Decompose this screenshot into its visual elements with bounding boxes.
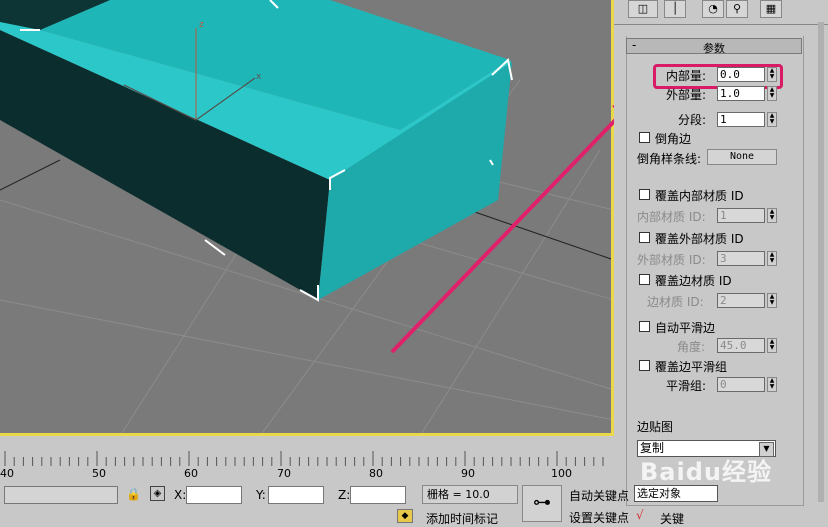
tick-label: 40	[0, 467, 14, 480]
outer-amount-spinner[interactable]: ▲ ▼	[767, 86, 777, 101]
edge-mat-id-input[interactable]: 2	[717, 293, 765, 308]
smooth-group-spinner[interactable]: ▲ ▼	[767, 377, 777, 392]
tick-label: 50	[92, 467, 106, 480]
override-inside-mat-label: 覆盖内部材质 ID	[655, 189, 744, 203]
lock-icon[interactable]: 🔒	[126, 487, 141, 501]
time-tag-icon[interactable]: ◆	[397, 509, 413, 523]
tick-label: 60	[184, 467, 198, 480]
inside-mat-id-input[interactable]: 1	[717, 208, 765, 223]
ruler-ticks	[4, 451, 604, 466]
auto-smooth-checkbox[interactable]	[639, 321, 650, 332]
smooth-group-label: 平滑组:	[666, 379, 707, 393]
override-edge-smooth-checkbox[interactable]	[639, 360, 650, 371]
override-outside-mat-checkbox[interactable]	[639, 232, 650, 243]
auto-smooth-label: 自动平滑边	[655, 321, 716, 335]
command-panel-tabs: ◫ │ ◔ ⚲ ▦	[614, 0, 828, 25]
edge-mat-id-spinner[interactable]: ▲ ▼	[767, 293, 777, 308]
add-time-tag-button[interactable]: 添加时间标记	[426, 510, 498, 527]
segments-spinner[interactable]: ▲ ▼	[767, 112, 777, 127]
parameters-rollout	[626, 36, 804, 506]
bevel-edges-checkbox[interactable]	[639, 132, 650, 143]
override-edge-mat-checkbox[interactable]	[639, 274, 650, 285]
segments-label: 分段:	[678, 113, 707, 127]
angle-input[interactable]: 45.0	[717, 338, 765, 353]
set-key-icon[interactable]: ⊶	[522, 485, 562, 522]
outside-mat-id-label: 外部材质 ID:	[637, 253, 706, 267]
override-outside-mat-label: 覆盖外部材质 ID	[655, 232, 744, 246]
auto-key-button[interactable]: 自动关键点	[569, 487, 629, 504]
bevel-spline-label: 倒角样条线:	[637, 152, 702, 166]
selection-set-dropdown[interactable]: 选定对象	[634, 485, 718, 502]
override-edge-smooth-label: 覆盖边平滑组	[655, 360, 728, 374]
utilities-tab-icon[interactable]: ⚲	[726, 0, 748, 18]
bevel-spline-button[interactable]: None	[707, 149, 777, 165]
gizmo-x-label: x	[256, 72, 262, 82]
outer-amount-label: 外部量:	[666, 88, 707, 102]
angle-spinner[interactable]: ▲ ▼	[767, 338, 777, 353]
z-coord-field[interactable]	[350, 486, 406, 504]
motion-tab-icon[interactable]: │	[664, 0, 686, 18]
x-label: X:	[174, 488, 187, 502]
y-label: Y:	[256, 488, 266, 502]
panel-scrollbar[interactable]	[818, 22, 824, 502]
hierarchy-tab-icon[interactable]: ◫	[628, 0, 658, 18]
configure-tab-icon[interactable]: ▦	[760, 0, 782, 18]
segments-input[interactable]: 1	[717, 112, 765, 127]
grid-size-display: 栅格 = 10.0	[422, 485, 518, 504]
rollout-title: 参数	[703, 42, 725, 55]
outside-mat-id-spinner[interactable]: ▲ ▼	[767, 251, 777, 266]
timeline-ruler[interactable]	[0, 439, 614, 467]
absolute-mode-icon[interactable]: ◈	[150, 486, 165, 501]
prompt-line[interactable]	[4, 486, 118, 504]
edge-map-label: 边贴图	[637, 420, 674, 434]
angle-label: 角度:	[677, 340, 706, 354]
edge-mat-id-label: 边材质 ID:	[647, 295, 704, 309]
inside-mat-id-label: 内部材质 ID:	[637, 210, 706, 224]
override-inside-mat-checkbox[interactable]	[639, 189, 650, 200]
gizmo-z-label: z	[199, 20, 204, 30]
bevel-edges-label: 倒角边	[655, 132, 692, 146]
key-curve-icon: √	[636, 508, 644, 522]
inside-mat-id-spinner[interactable]: ▲ ▼	[767, 208, 777, 223]
parameters-rollout-header[interactable]: - 参数	[626, 38, 802, 55]
set-key-button[interactable]: 设置关键点	[569, 509, 629, 526]
tick-label: 80	[369, 467, 383, 480]
tick-label: 100	[551, 467, 572, 480]
display-tab-icon[interactable]: ◔	[702, 0, 724, 18]
baidu-watermark: Baidu经验	[640, 458, 772, 486]
smooth-group-input[interactable]: 0	[717, 377, 765, 392]
tick-label: 90	[461, 467, 475, 480]
tick-label: 70	[277, 467, 291, 480]
z-label: Z:	[338, 488, 351, 502]
outer-amount-input[interactable]: 1.0	[717, 86, 765, 101]
override-edge-mat-label: 覆盖边材质 ID	[655, 274, 732, 288]
key-filters-button[interactable]: 关键	[660, 510, 684, 527]
y-coord-field[interactable]	[268, 486, 324, 504]
outside-mat-id-input[interactable]: 3	[717, 251, 765, 266]
x-coord-field[interactable]	[186, 486, 242, 504]
